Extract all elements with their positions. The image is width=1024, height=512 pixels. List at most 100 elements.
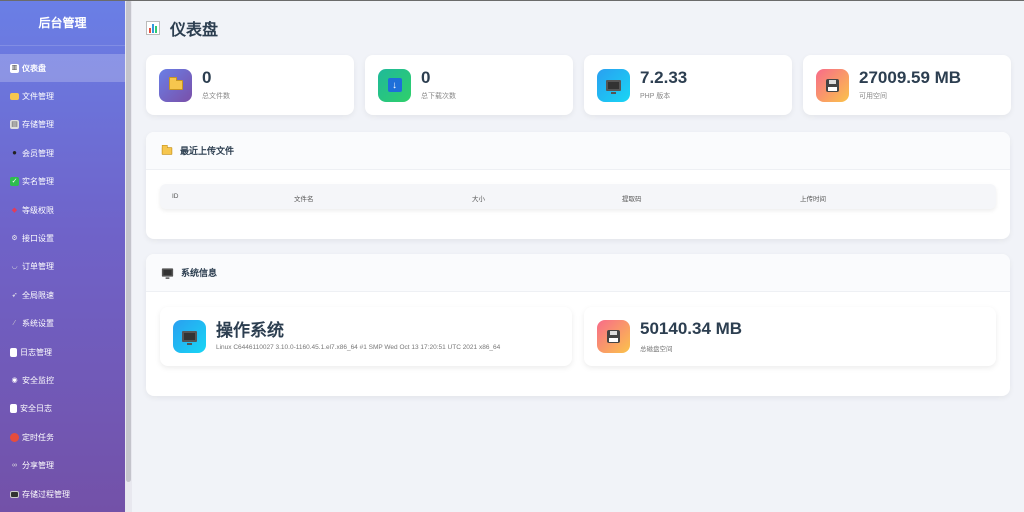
column-header-id: ID bbox=[172, 193, 179, 200]
sidebar-item-members[interactable]: ● 会员管理 bbox=[0, 139, 125, 167]
stat-value: 7.2.33 bbox=[640, 68, 688, 88]
stat-label: 总下载次数 bbox=[421, 92, 456, 100]
stat-icon-bg bbox=[597, 68, 630, 102]
monitor-icon bbox=[182, 331, 197, 345]
system-info-panel: 系统信息 操作系统 Linux C6446110027 3.10.0-1160.… bbox=[146, 254, 1010, 396]
sidebar-item-shares[interactable]: ∞ 分享管理 bbox=[0, 451, 125, 479]
panel-title: 最近上传文件 bbox=[180, 146, 235, 156]
folder-icon bbox=[168, 77, 183, 90]
rocket-icon: ➶ bbox=[11, 291, 18, 299]
check-icon: ✓ bbox=[10, 177, 19, 187]
window-top-border bbox=[0, 0, 1024, 1]
link-icon: ∞ bbox=[12, 462, 17, 470]
sidebar-title: 后台管理 bbox=[0, 0, 125, 46]
panel-header: 最近上传文件 bbox=[146, 132, 1010, 170]
sidebar-item-label: 会员管理 bbox=[22, 148, 54, 158]
wrench-icon: ⁄ bbox=[13, 320, 16, 328]
monitor-icon bbox=[161, 268, 174, 279]
sidebar-item-orders[interactable]: ◡ 订单管理 bbox=[0, 253, 125, 281]
chart-icon bbox=[146, 21, 160, 35]
sidebar-item-logs[interactable]: 日志管理 bbox=[0, 338, 125, 366]
disk-total-value: 50140.34 MB bbox=[640, 319, 743, 339]
basket-icon: ◡ bbox=[11, 263, 18, 271]
sidebar-scrollbar-thumb[interactable] bbox=[126, 0, 131, 482]
sidebar-item-label: 实名管理 bbox=[22, 177, 54, 187]
column-header-size: 大小 bbox=[472, 196, 485, 203]
download-icon: ↓ bbox=[387, 78, 402, 92]
sidebar-item-label: 存储过程管理 bbox=[22, 489, 70, 499]
sidebar: 后台管理 ▥ 仪表盘 文件管理 ▤ 存储管理 ● 会员管理 ✓ 实名管理 ◆ 等… bbox=[0, 0, 125, 512]
stat-card-total-downloads: ↓ 0 总下载次数 bbox=[365, 55, 573, 115]
disk-total-label: 总磁盘空间 bbox=[640, 345, 673, 353]
sidebar-item-label: 安全监控 bbox=[22, 375, 54, 385]
folder-icon bbox=[10, 93, 19, 101]
users-icon: ● bbox=[12, 148, 17, 158]
stat-label: PHP 版本 bbox=[640, 92, 671, 100]
stat-value: 0 bbox=[202, 68, 212, 88]
sidebar-item-label: 全局限速 bbox=[22, 290, 54, 300]
stat-icon-bg bbox=[816, 68, 849, 102]
os-info-card: 操作系统 Linux C6446110027 3.10.0-1160.45.1.… bbox=[160, 307, 572, 366]
sidebar-item-settings[interactable]: ⁄ 系统设置 bbox=[0, 310, 125, 338]
floppy-disk-icon bbox=[826, 78, 839, 92]
sidebar-item-security-monitor[interactable]: ◉ 安全监控 bbox=[0, 366, 125, 394]
sidebar-item-label: 定时任务 bbox=[22, 432, 54, 442]
page-header: 仪表盘 bbox=[146, 16, 218, 40]
stat-label: 总文件数 bbox=[202, 92, 230, 100]
table-header: ID 文件名 大小 提取码 上传时间 bbox=[160, 184, 996, 209]
stat-card-php-version: 7.2.33 PHP 版本 bbox=[584, 55, 792, 115]
stat-icon-bg bbox=[597, 320, 630, 353]
sidebar-item-procedures[interactable]: 存储过程管理 bbox=[0, 480, 125, 508]
sidebar-item-dashboard[interactable]: ▥ 仪表盘 bbox=[0, 54, 125, 83]
stat-value: 0 bbox=[421, 68, 431, 88]
sidebar-item-label: 系统设置 bbox=[22, 319, 54, 329]
floppy-disk-icon bbox=[607, 330, 620, 343]
panel-title: 系统信息 bbox=[181, 268, 218, 278]
eye-icon: ◉ bbox=[11, 376, 18, 384]
stat-label: 可用空间 bbox=[859, 92, 887, 100]
os-detail: Linux C6446110027 3.10.0-1160.45.1.el7.x… bbox=[216, 344, 501, 352]
stat-icon-bg bbox=[159, 68, 192, 102]
sidebar-item-label: 日志管理 bbox=[20, 347, 52, 357]
sidebar-item-verification[interactable]: ✓ 实名管理 bbox=[0, 168, 125, 196]
folder-icon bbox=[161, 144, 173, 155]
stat-card-free-space: 27009.59 MB 可用空间 bbox=[803, 55, 1011, 115]
sidebar-item-label: 等级权限 bbox=[22, 205, 54, 215]
sidebar-item-levels[interactable]: ◆ 等级权限 bbox=[0, 196, 125, 224]
sidebar-item-label: 安全日志 bbox=[20, 404, 52, 414]
storage-icon: ▤ bbox=[10, 120, 19, 130]
main-content: 仪表盘 0 总文件数 ↓ 0 总下载次数 7.2.33 PHP 版本 27009… bbox=[132, 0, 1024, 512]
sidebar-item-label: 文件管理 bbox=[22, 92, 54, 102]
sidebar-item-label: 接口设置 bbox=[22, 234, 54, 244]
column-header-code: 提取码 bbox=[622, 196, 642, 203]
sidebar-item-label: 分享管理 bbox=[22, 461, 54, 471]
sidebar-menu: ▥ 仪表盘 文件管理 ▤ 存储管理 ● 会员管理 ✓ 实名管理 ◆ 等级权限 ⚙… bbox=[0, 54, 125, 508]
shield-icon: ◆ bbox=[11, 206, 18, 214]
stat-card-total-files: 0 总文件数 bbox=[146, 55, 354, 115]
sidebar-item-cron[interactable]: 定时任务 bbox=[0, 423, 125, 451]
monitor-icon bbox=[606, 79, 621, 94]
sidebar-item-security-log[interactable]: 安全日志 bbox=[0, 395, 125, 423]
sidebar-item-label: 仪表盘 bbox=[22, 63, 46, 73]
monitor-icon bbox=[10, 490, 19, 498]
sidebar-item-storage[interactable]: ▤ 存储管理 bbox=[0, 111, 125, 139]
os-title: 操作系统 bbox=[216, 320, 284, 340]
sidebar-item-label: 订单管理 bbox=[22, 262, 54, 272]
disk-info-card: 50140.34 MB 总磁盘空间 bbox=[584, 307, 996, 366]
column-header-upload-time: 上传时间 bbox=[800, 196, 826, 203]
column-header-filename: 文件名 bbox=[294, 196, 314, 203]
sidebar-item-api[interactable]: ⚙ 接口设置 bbox=[0, 224, 125, 252]
document-icon bbox=[10, 347, 17, 357]
gear-icon: ⚙ bbox=[11, 235, 18, 243]
recent-uploads-panel: 最近上传文件 ID 文件名 大小 提取码 上传时间 bbox=[146, 132, 1010, 239]
log-icon bbox=[10, 404, 17, 414]
page-title: 仪表盘 bbox=[170, 22, 219, 39]
sidebar-item-ratelimit[interactable]: ➶ 全局限速 bbox=[0, 281, 125, 309]
sidebar-item-label: 存储管理 bbox=[22, 120, 54, 130]
panel-header: 系统信息 bbox=[146, 254, 1010, 292]
sidebar-scrollbar[interactable] bbox=[125, 0, 132, 512]
stat-icon-bg: ↓ bbox=[378, 68, 411, 102]
sidebar-item-files[interactable]: 文件管理 bbox=[0, 82, 125, 110]
chart-icon: ▥ bbox=[10, 63, 19, 73]
stat-icon-bg bbox=[173, 320, 206, 353]
